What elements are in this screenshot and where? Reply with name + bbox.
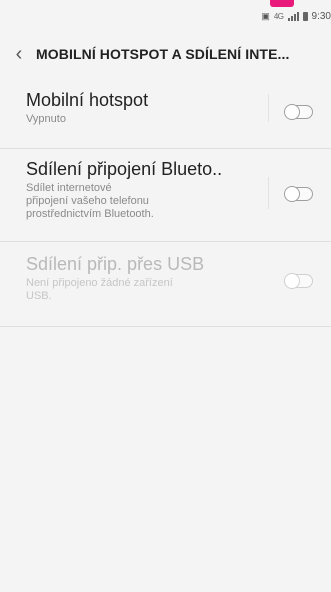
divider (268, 177, 269, 209)
toggle-knob (284, 272, 300, 289)
back-button[interactable]: ‹ (0, 34, 38, 74)
setting-title: Sdílení přip. přes USB (26, 254, 205, 274)
status-bar: ▣ 4G 9:30 (0, 6, 331, 28)
nfc-icon: ▣ (261, 11, 270, 21)
usb-tethering-toggle (284, 272, 313, 289)
status-icons: ▣ 4G 9:30 (261, 11, 331, 22)
setting-usb-tethering: Sdílení přip. přes USB Není připojeno žá… (0, 242, 331, 327)
bluetooth-tethering-toggle[interactable] (284, 185, 313, 202)
network-type: 4G (273, 12, 284, 21)
hotspot-toggle[interactable] (284, 103, 313, 120)
battery-icon (302, 12, 308, 21)
page-title: MOBILNÍ HOTSPOT A SDÍLENÍ INTE... (36, 46, 290, 62)
setting-subtitle: Sdílet internetové připojení vašeho tele… (26, 182, 154, 220)
settings-list: Mobilní hotspot Vypnuto Sdílení připojen… (0, 82, 331, 327)
signal-icon (287, 12, 299, 21)
setting-mobile-hotspot[interactable]: Mobilní hotspot Vypnuto (0, 82, 331, 149)
divider (268, 94, 269, 122)
toggle-knob (284, 103, 300, 120)
chevron-left-icon: ‹ (15, 43, 23, 65)
toggle-knob (284, 185, 300, 202)
setting-bluetooth-tethering[interactable]: Sdílení připojení Blueto.. Sdílet intern… (0, 149, 331, 242)
setting-title: Sdílení připojení Blueto.. (26, 159, 223, 179)
setting-title: Mobilní hotspot (26, 90, 149, 110)
setting-subtitle: Není připojeno žádné zařízení USB. (26, 277, 173, 302)
app-header: ‹ MOBILNÍ HOTSPOT A SDÍLENÍ INTE... (0, 34, 331, 74)
clock: 9:30 (311, 11, 331, 22)
setting-subtitle: Vypnuto (26, 113, 66, 125)
